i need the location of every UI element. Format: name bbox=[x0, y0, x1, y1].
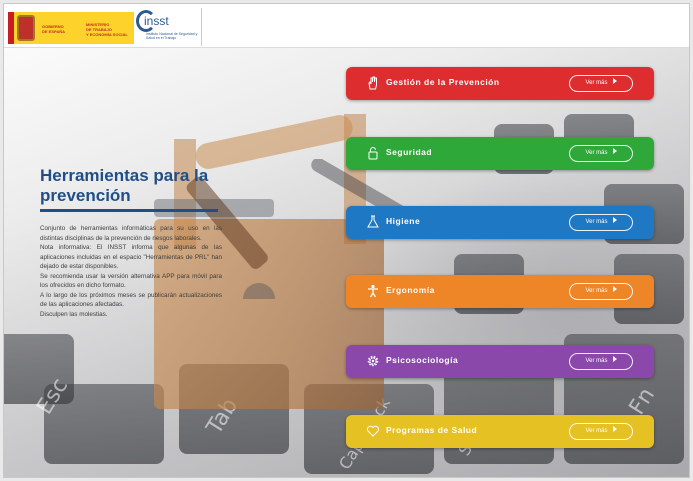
insst-logo[interactable]: insst Instituto Nacional de Seguridad y … bbox=[136, 8, 202, 46]
ver-mas-button[interactable]: Ver más bbox=[569, 423, 633, 440]
intro-paragraph: A lo largo de los próximos meses se publ… bbox=[40, 291, 222, 309]
title-divider bbox=[40, 209, 218, 212]
play-arrow-icon bbox=[612, 356, 617, 362]
ver-mas-label: Ver más bbox=[585, 219, 608, 225]
insst-logo-subtitle: Instituto Nacional de Seguridad y Salud … bbox=[146, 32, 198, 40]
lock-icon bbox=[368, 147, 378, 160]
hand-icon bbox=[368, 76, 377, 90]
page-title: Herramientas para la prevención bbox=[40, 166, 209, 205]
ministerio-label: MINISTERIO DE TRABAJO Y ECONOMÍA SOCIAL bbox=[86, 22, 128, 37]
play-arrow-icon bbox=[612, 148, 617, 154]
category-gestion-prevencion[interactable]: Gestión de la Prevención Ver más bbox=[346, 67, 654, 100]
flag-stripe bbox=[8, 12, 14, 44]
gobierno-label: GOBIERNO DE ESPAÑA bbox=[42, 24, 66, 34]
ver-mas-label: Ver más bbox=[585, 150, 608, 156]
ver-mas-label: Ver más bbox=[585, 358, 608, 364]
intro-paragraph: Nota informativa: El INSST informa que a… bbox=[40, 244, 222, 270]
insst-logo-name: insst bbox=[144, 14, 169, 28]
category-label: Ergonomía bbox=[386, 285, 435, 295]
category-label: Psicosociología bbox=[386, 355, 459, 365]
ver-mas-button[interactable]: Ver más bbox=[569, 145, 633, 162]
person-icon bbox=[368, 284, 378, 298]
heart-icon bbox=[366, 425, 380, 437]
government-logo[interactable]: GOBIERNO DE ESPAÑA MINISTERIO DE TRABAJO… bbox=[8, 12, 134, 44]
play-arrow-icon bbox=[612, 217, 617, 223]
page: Esc Tab Caps Lock Shift Fn GOBIERNO DE E… bbox=[3, 3, 690, 478]
ver-mas-button[interactable]: Ver más bbox=[569, 214, 633, 231]
ver-mas-label: Ver más bbox=[585, 428, 608, 434]
ver-mas-label: Ver más bbox=[585, 80, 608, 86]
ver-mas-button[interactable]: Ver más bbox=[569, 283, 633, 300]
ver-mas-button[interactable]: Ver más bbox=[569, 75, 633, 92]
intro-paragraph: Se recomienda usar la versión alternativ… bbox=[40, 272, 222, 290]
category-seguridad[interactable]: Seguridad Ver más bbox=[346, 137, 654, 170]
ver-mas-button[interactable]: Ver más bbox=[569, 353, 633, 370]
flask-icon bbox=[367, 215, 379, 228]
category-higiene[interactable]: Higiene Ver más bbox=[346, 206, 654, 239]
category-label: Gestión de la Prevención bbox=[386, 77, 500, 87]
ver-mas-label: Ver más bbox=[585, 288, 608, 294]
category-label: Programas de Salud bbox=[386, 425, 478, 435]
intro-description: Conjunto de herramientas informáticas pa… bbox=[40, 224, 222, 319]
category-label: Higiene bbox=[386, 216, 421, 226]
intro-paragraph: Conjunto de herramientas informáticas pa… bbox=[40, 225, 222, 242]
play-arrow-icon bbox=[612, 286, 617, 292]
category-psicosociologia[interactable]: Psicosociología Ver más bbox=[346, 345, 654, 378]
category-label: Seguridad bbox=[386, 147, 433, 157]
site-header: GOBIERNO DE ESPAÑA MINISTERIO DE TRABAJO… bbox=[4, 4, 689, 48]
play-arrow-icon bbox=[612, 426, 617, 432]
category-ergonomia[interactable]: Ergonomía Ver más bbox=[346, 275, 654, 308]
gear-icon bbox=[367, 355, 379, 367]
intro-paragraph: Disculpen las molestias. bbox=[40, 310, 108, 318]
category-programas-salud[interactable]: Programas de Salud Ver más bbox=[346, 415, 654, 448]
coat-of-arms-icon bbox=[17, 15, 35, 41]
play-arrow-icon bbox=[612, 78, 617, 84]
